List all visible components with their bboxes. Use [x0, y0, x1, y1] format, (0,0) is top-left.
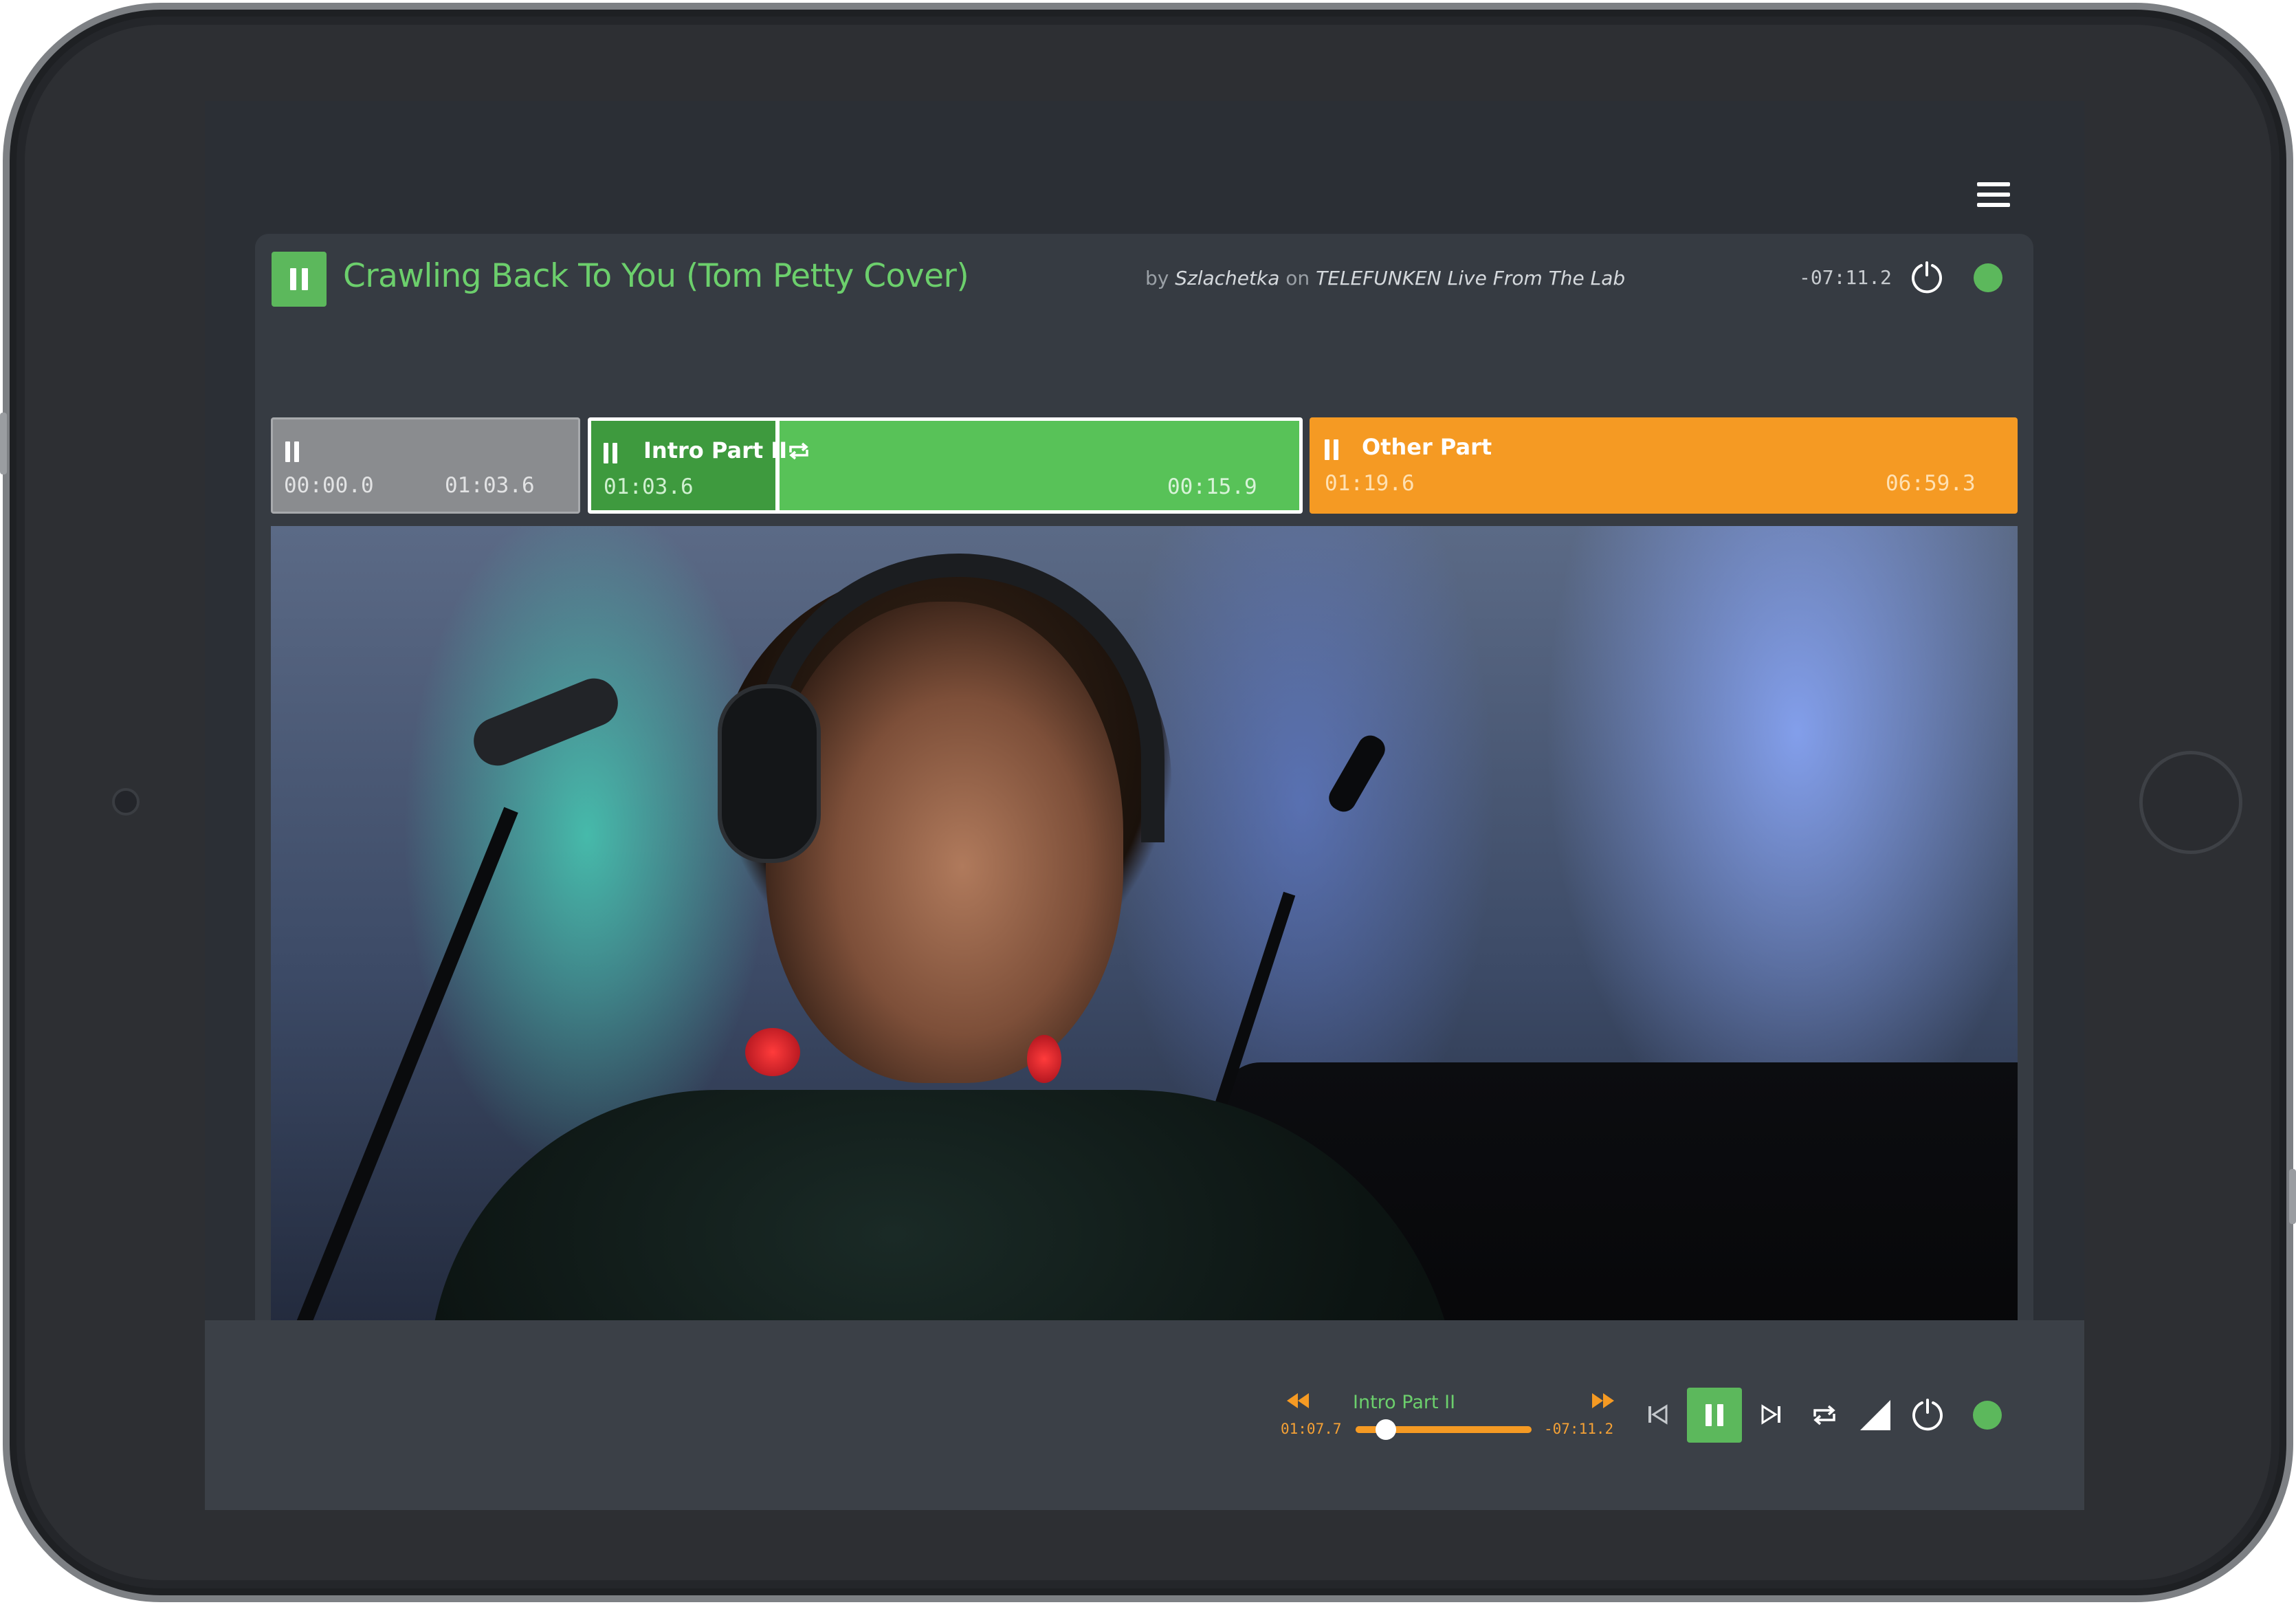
pause-icon — [1325, 439, 1338, 460]
power-icon[interactable] — [1910, 1397, 1945, 1433]
fast-forward-icon[interactable] — [1592, 1393, 1614, 1408]
segment-1[interactable]: 00:00.0 01:03.6 — [271, 417, 580, 514]
remaining-time: -07:11.2 — [1799, 266, 1892, 289]
power-icon[interactable] — [1909, 260, 1945, 296]
segment-name: Intro Part II — [643, 437, 788, 463]
skip-forward-icon[interactable] — [1761, 1404, 1782, 1425]
segment-name: Other Part — [1362, 434, 1492, 460]
volume-icon[interactable] — [1860, 1400, 1890, 1430]
segment-start-time: 01:03.6 — [604, 474, 694, 499]
camera — [112, 788, 140, 816]
home-button — [2139, 751, 2242, 854]
pause-icon — [285, 441, 299, 462]
title-pause-button[interactable] — [272, 252, 327, 307]
elapsed-time: 01:07.7 — [1281, 1421, 1342, 1437]
segment-pause-button[interactable] — [285, 441, 299, 462]
by-label: by — [1145, 267, 1169, 289]
pause-icon — [1706, 1404, 1723, 1426]
pause-icon — [290, 268, 308, 290]
track-meta: by Szlachetka on TELEFUNKEN Live From Th… — [1145, 267, 1625, 289]
loop-icon[interactable] — [785, 437, 813, 465]
side-button — [0, 413, 7, 474]
status-indicator — [1974, 263, 2002, 292]
progress-knob[interactable] — [1376, 1419, 1396, 1440]
play-pause-button[interactable] — [1687, 1388, 1742, 1443]
status-indicator — [1973, 1401, 2002, 1430]
hamburger-menu-icon[interactable] — [1977, 182, 2010, 207]
side-button — [2289, 1169, 2296, 1224]
segment-start-time: 01:19.6 — [1325, 471, 1415, 496]
segment-start-time: 00:00.0 — [284, 473, 374, 498]
video-rose-embroidery — [745, 1028, 800, 1076]
segment-2[interactable]: Intro Part II 01:03.6 00:15.9 — [588, 417, 1303, 514]
pause-icon — [604, 443, 617, 463]
player-card: Crawling Back To You (Tom Petty Cover) b… — [255, 234, 2033, 1510]
on-label: on — [1285, 267, 1310, 289]
current-segment-label: Intro Part II — [1353, 1392, 1456, 1413]
screen: Crawling Back To You (Tom Petty Cover) b… — [205, 101, 2084, 1510]
track-title: Crawling Back To You (Tom Petty Cover) — [343, 257, 969, 295]
album-name: TELEFUNKEN Live From The Lab — [1316, 267, 1626, 289]
video-headphone-cup — [718, 684, 821, 863]
segment-playhead[interactable] — [775, 421, 780, 510]
control-bar: Intro Part II 01:07.7 -07:11.2 — [205, 1320, 2084, 1510]
segment-duration: 01:03.6 — [445, 473, 535, 498]
skip-back-icon[interactable] — [1647, 1404, 1668, 1425]
rewind-icon[interactable] — [1287, 1393, 1309, 1408]
repeat-icon[interactable] — [1811, 1401, 1838, 1429]
progress-slider[interactable] — [1356, 1419, 1532, 1440]
video-microphone — [1324, 731, 1390, 816]
segment-pause-button[interactable] — [1325, 439, 1338, 460]
segment-duration: 00:15.9 — [1167, 474, 1257, 499]
video-microphone — [466, 671, 626, 773]
video-player[interactable] — [271, 526, 2018, 1422]
video-rose-embroidery — [1027, 1035, 1061, 1083]
segment-3[interactable]: Other Part 01:19.6 06:59.3 — [1310, 417, 2018, 514]
segment-pause-button[interactable] — [604, 443, 617, 463]
segment-duration: 06:59.3 — [1886, 471, 1976, 496]
remaining-time: -07:11.2 — [1544, 1421, 1614, 1437]
artist-name: Szlachetka — [1175, 267, 1280, 289]
